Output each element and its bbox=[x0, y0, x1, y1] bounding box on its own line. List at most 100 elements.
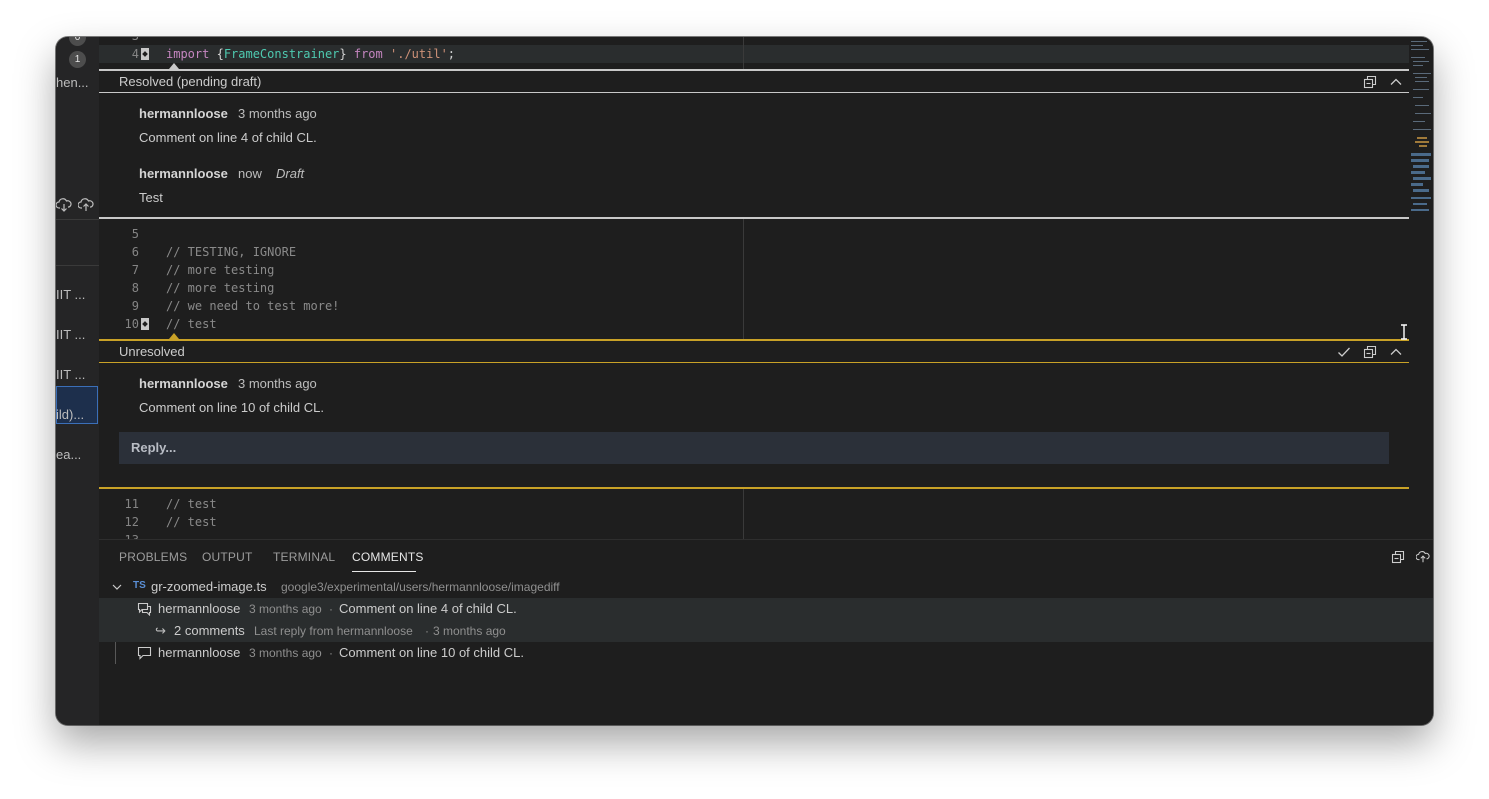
cloud-download-icon[interactable] bbox=[56, 198, 72, 212]
sidebar-item[interactable]: IIT ... bbox=[56, 287, 85, 302]
draft-label: Draft bbox=[276, 166, 305, 181]
check-icon[interactable] bbox=[1337, 345, 1351, 359]
separator: · bbox=[329, 602, 333, 616]
tab-problems[interactable]: PROBLEMS bbox=[119, 550, 187, 564]
code-line: 3 bbox=[99, 37, 1409, 45]
line-number: 12 bbox=[124, 515, 139, 529]
divider bbox=[56, 219, 99, 220]
collapse-all-icon[interactable] bbox=[1391, 550, 1405, 564]
comment-glyph-icon[interactable] bbox=[141, 318, 149, 330]
code-line[interactable]: 7 // more testing bbox=[99, 261, 1409, 279]
comment-timestamp: 3 months ago bbox=[249, 646, 322, 660]
comment-thread-row[interactable]: hermannloose 3 months ago · Comment on l… bbox=[99, 598, 1433, 620]
code-line[interactable]: 10 // test bbox=[99, 315, 1409, 333]
minimap-preview bbox=[1411, 41, 1431, 211]
separator: · bbox=[329, 646, 333, 660]
tab-output[interactable]: OUTPUT bbox=[202, 550, 253, 564]
comment-author: hermannloose bbox=[158, 645, 241, 660]
code-line[interactable]: 4 import {FrameConstrainer} from './util… bbox=[99, 45, 743, 63]
sidebar-item[interactable]: IIT ... bbox=[56, 327, 85, 342]
bottom-panel: PROBLEMS OUTPUT TERMINAL COMMENTS TS gr-… bbox=[99, 539, 1433, 725]
comment-body: Comment on line 4 of child CL. bbox=[139, 130, 317, 145]
chevron-up-icon[interactable] bbox=[1389, 75, 1403, 89]
sidebar-item[interactable]: ea... bbox=[56, 447, 81, 462]
thread-title: Resolved (pending draft) bbox=[119, 74, 262, 89]
code-line[interactable]: 12 // test bbox=[99, 513, 1409, 531]
comment-body: Comment on line 10 of child CL. bbox=[339, 645, 524, 660]
comment-icon bbox=[137, 646, 152, 660]
line-number: 8 bbox=[131, 281, 139, 295]
reply-arrow-icon: ↪ bbox=[155, 623, 166, 638]
comment-thread-unresolved: Unresolved hermannloose 3 months ago Com… bbox=[99, 339, 1409, 489]
code-line[interactable]: 13 bbox=[99, 531, 1409, 539]
comment-body: Test bbox=[139, 190, 163, 205]
tab-terminal[interactable]: TERMINAL bbox=[273, 550, 335, 564]
code-block: 5 6 // TESTING, IGNORE 7 // more testing… bbox=[99, 219, 1409, 339]
sidebar: 0 1 hen... IIT ... IIT ... IIT ... ild).… bbox=[56, 37, 99, 725]
reply-count: 2 comments bbox=[174, 623, 245, 638]
separator: · bbox=[425, 624, 429, 638]
sidebar-item[interactable]: hen... bbox=[56, 75, 89, 90]
file-path: google3/experimental/users/hermannloose/… bbox=[281, 580, 560, 594]
reply-placeholder: Reply... bbox=[131, 440, 177, 455]
tab-comments[interactable]: COMMENTS bbox=[352, 550, 424, 564]
thread-header[interactable]: Unresolved bbox=[99, 339, 1409, 363]
minimap[interactable] bbox=[1409, 37, 1433, 539]
code-line-right bbox=[744, 45, 1409, 63]
comment-timestamp: now bbox=[238, 166, 262, 181]
collapse-all-icon[interactable] bbox=[1363, 345, 1377, 359]
comment-thread-row[interactable]: hermannloose 3 months ago · Comment on l… bbox=[99, 642, 1433, 664]
sidebar-item[interactable]: ild)... bbox=[56, 407, 84, 422]
comment-author[interactable]: hermannloose bbox=[139, 376, 228, 391]
comment-author: hermannloose bbox=[158, 601, 241, 616]
code-block: 11 // test 12 // test 13 bbox=[99, 489, 1409, 539]
count-badge: 0 bbox=[69, 37, 86, 46]
code-text: // more testing bbox=[166, 263, 275, 277]
line-number: 13 bbox=[99, 531, 139, 539]
thread-replies-row[interactable]: ↪ 2 comments Last reply from hermannloos… bbox=[99, 620, 1433, 642]
comment-glyph-icon[interactable] bbox=[141, 48, 149, 60]
typescript-file-icon: TS bbox=[133, 580, 146, 591]
thread-title: Unresolved bbox=[119, 344, 185, 359]
file-tree-row[interactable]: TS gr-zoomed-image.ts google3/experiment… bbox=[99, 576, 1433, 598]
diff-editor[interactable]: 3 4 import {FrameConstrainer} from './ut… bbox=[99, 37, 1409, 539]
line-number: 7 bbox=[131, 263, 139, 277]
code-text: // we need to test more! bbox=[166, 299, 340, 313]
text-cursor-icon bbox=[1401, 324, 1407, 340]
code-line[interactable]: 6 // TESTING, IGNORE bbox=[99, 243, 1409, 261]
comment-discussion-icon bbox=[137, 602, 152, 616]
last-reply-time: 3 months ago bbox=[433, 624, 506, 638]
code-line[interactable]: 9 // we need to test more! bbox=[99, 297, 1409, 315]
code-line[interactable]: 8 // more testing bbox=[99, 279, 1409, 297]
code-block: 3 4 import {FrameConstrainer} from './ut… bbox=[99, 37, 1409, 69]
chevron-down-icon[interactable] bbox=[112, 582, 122, 592]
reply-input[interactable]: Reply... bbox=[119, 432, 1389, 464]
comment-thread-resolved: Resolved (pending draft) hermannloose 3 … bbox=[99, 69, 1409, 219]
comment-timestamp: 3 months ago bbox=[238, 106, 317, 121]
line-number: 5 bbox=[131, 227, 139, 241]
comment-body: Comment on line 4 of child CL. bbox=[339, 601, 517, 616]
line-number: 11 bbox=[124, 497, 139, 511]
line-number: 9 bbox=[131, 299, 139, 313]
code-text: // test bbox=[166, 497, 217, 511]
cloud-upload-icon[interactable] bbox=[78, 198, 94, 212]
collapse-all-icon[interactable] bbox=[1363, 75, 1377, 89]
code-line[interactable]: 11 // test bbox=[99, 495, 1409, 513]
divider bbox=[56, 265, 99, 266]
comment-author[interactable]: hermannloose bbox=[139, 166, 228, 181]
chevron-up-icon[interactable] bbox=[1389, 345, 1403, 359]
active-tab-indicator bbox=[352, 571, 416, 572]
comment-body: Comment on line 10 of child CL. bbox=[139, 400, 324, 415]
editor-window: 0 1 hen... IIT ... IIT ... IIT ... ild).… bbox=[56, 37, 1433, 725]
file-name: gr-zoomed-image.ts bbox=[151, 579, 267, 594]
cloud-upload-icon[interactable] bbox=[1416, 550, 1430, 564]
comment-author[interactable]: hermannloose bbox=[139, 106, 228, 121]
code-line[interactable]: 5 bbox=[99, 225, 1409, 243]
code-text: // TESTING, IGNORE bbox=[166, 245, 297, 259]
thread-header[interactable]: Resolved (pending draft) bbox=[99, 69, 1409, 93]
line-number: 3 bbox=[99, 37, 139, 45]
code-text: // test bbox=[166, 515, 217, 529]
code-text: // test bbox=[166, 317, 217, 331]
sidebar-item[interactable]: IIT ... bbox=[56, 367, 85, 382]
line-number: 4 bbox=[131, 47, 139, 61]
